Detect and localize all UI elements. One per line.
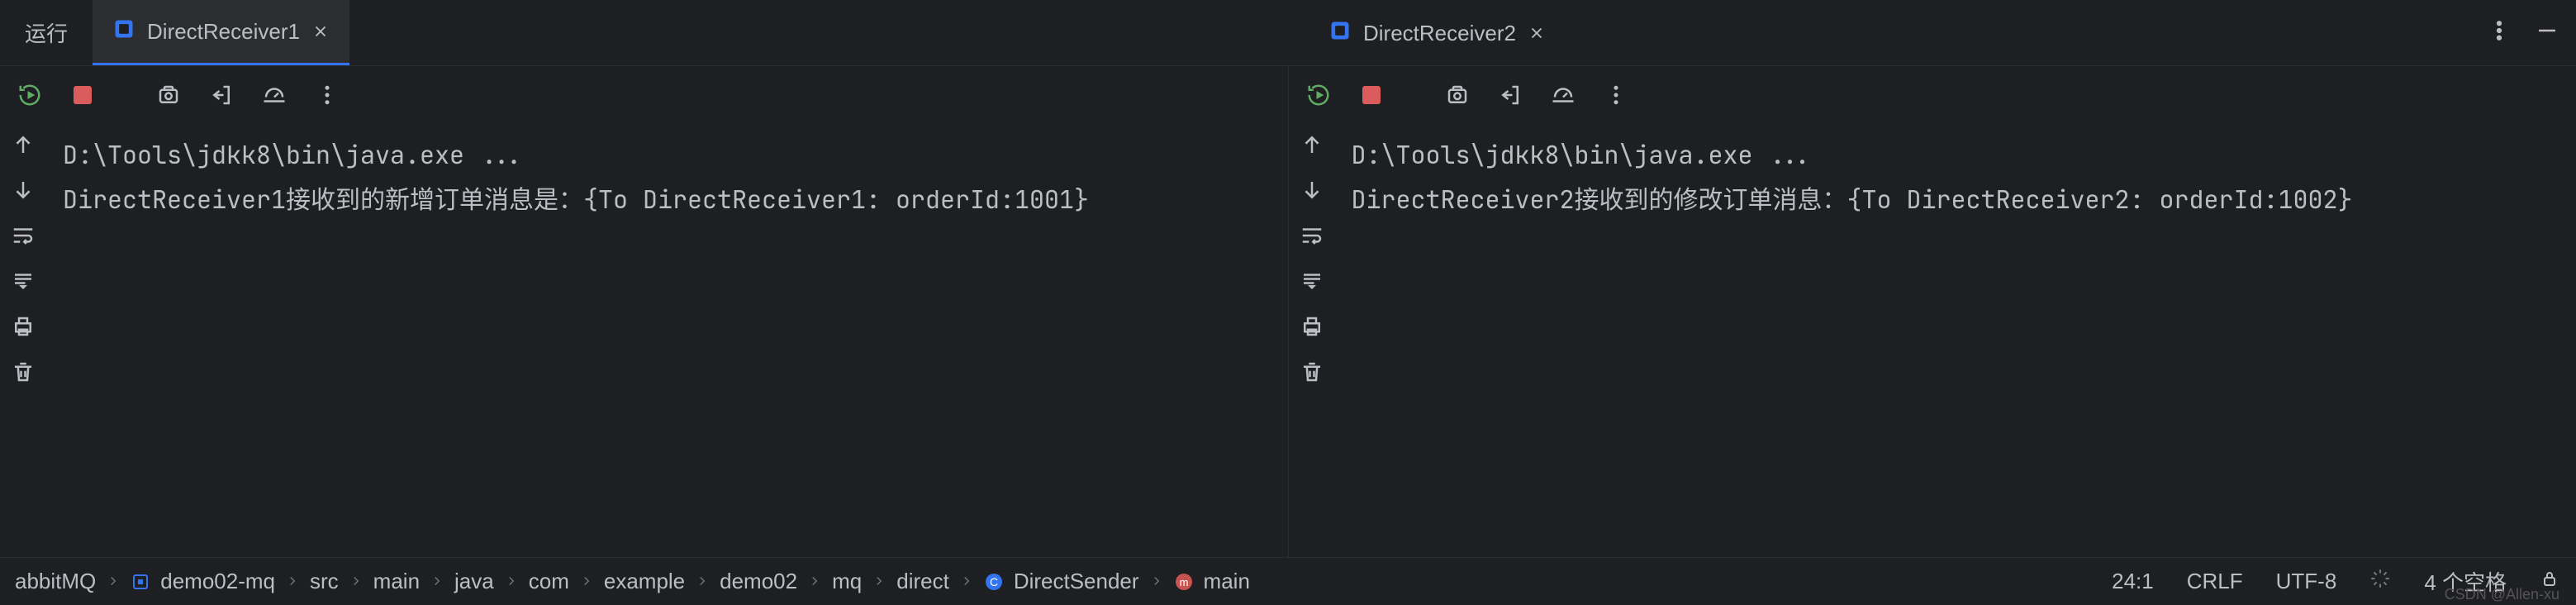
breadcrumb[interactable]: abbitMQ demo02-mq src main java com exam… xyxy=(15,569,1250,594)
chevron-right-icon xyxy=(106,569,121,594)
scroll-to-end-icon[interactable] xyxy=(1300,269,1324,299)
console-line: D:\Tools\jdkk8\bin\java.exe ... xyxy=(1352,138,1813,171)
pane-right: D:\Tools\jdkk8\bin\java.exe ... DirectRe… xyxy=(1289,66,2576,557)
console-output[interactable]: D:\Tools\jdkk8\bin\java.exe ... DirectRe… xyxy=(1335,124,2576,557)
trash-icon[interactable] xyxy=(1300,360,1324,390)
breadcrumb-item[interactable]: mq xyxy=(832,569,862,594)
breadcrumb-item[interactable]: direct xyxy=(896,569,949,594)
stop-icon xyxy=(74,86,92,104)
rerun-button[interactable] xyxy=(1302,79,1335,112)
pane-toolbar xyxy=(0,66,1288,124)
print-icon[interactable] xyxy=(11,314,36,345)
arrow-up-icon[interactable] xyxy=(1300,132,1324,163)
console-output[interactable]: D:\Tools\jdkk8\bin\java.exe ... DirectRe… xyxy=(46,124,1288,557)
console-gutter xyxy=(1289,124,1335,557)
tab-bar: 运行 DirectReceiver1 DirectReceiver2 xyxy=(0,0,2576,66)
arrow-up-icon[interactable] xyxy=(11,132,36,163)
breadcrumb-item[interactable]: abbitMQ xyxy=(15,569,96,594)
chevron-right-icon xyxy=(807,569,822,594)
breadcrumb-item[interactable]: java xyxy=(454,569,494,594)
console-line: DirectReceiver2接收到的修改订单消息：{To DirectRece… xyxy=(1352,183,2353,216)
rerun-button[interactable] xyxy=(13,79,46,112)
breadcrumb-item[interactable]: main xyxy=(1204,569,1250,594)
pane-left: D:\Tools\jdkk8\bin\java.exe ... DirectRe… xyxy=(0,66,1289,557)
console-gutter xyxy=(0,124,46,557)
run-tool-window-label[interactable]: 运行 xyxy=(0,0,93,65)
soft-wrap-icon[interactable] xyxy=(1300,223,1324,254)
scroll-to-end-icon[interactable] xyxy=(11,269,36,299)
soft-wrap-icon[interactable] xyxy=(11,223,36,254)
method-m-icon: m xyxy=(1174,572,1194,592)
breadcrumb-item[interactable]: DirectSender xyxy=(1014,569,1139,594)
arrow-down-icon[interactable] xyxy=(1300,178,1324,208)
class-file-icon xyxy=(112,17,135,46)
class-file-icon xyxy=(1328,19,1352,48)
dashboard-icon[interactable] xyxy=(1547,79,1580,112)
breadcrumb-item[interactable]: demo02-mq xyxy=(160,569,275,594)
run-label: 运行 xyxy=(25,17,68,48)
status-bar: abbitMQ demo02-mq src main java com exam… xyxy=(0,557,2576,605)
svg-text:C: C xyxy=(990,575,998,588)
breadcrumb-item[interactable]: com xyxy=(529,569,569,594)
chevron-right-icon xyxy=(285,569,300,594)
stop-button[interactable] xyxy=(66,79,99,112)
thread-dump-button[interactable] xyxy=(1441,79,1474,112)
class-c-icon: C xyxy=(984,572,1004,592)
breadcrumb-item[interactable]: example xyxy=(604,569,685,594)
tab-label: DirectReceiver2 xyxy=(1363,21,1516,46)
chevron-right-icon xyxy=(959,569,974,594)
watermark: CSDN @Allen-xu xyxy=(2445,586,2559,603)
more-vertical-icon[interactable] xyxy=(2487,18,2512,49)
module-icon xyxy=(131,572,150,592)
caret-position[interactable]: 24:1 xyxy=(2112,569,2154,594)
file-encoding[interactable]: UTF-8 xyxy=(2276,569,2337,594)
spinner-icon xyxy=(2369,568,2391,595)
stop-icon xyxy=(1362,86,1381,104)
more-vertical-icon[interactable] xyxy=(311,79,344,112)
chevron-right-icon xyxy=(1149,569,1164,594)
tab-direct-receiver-1[interactable]: DirectReceiver1 xyxy=(93,0,349,65)
thread-dump-button[interactable] xyxy=(152,79,185,112)
trash-icon[interactable] xyxy=(11,360,36,390)
more-vertical-icon[interactable] xyxy=(1599,79,1633,112)
chevron-right-icon xyxy=(695,569,710,594)
exit-button[interactable] xyxy=(1494,79,1527,112)
close-tab-button[interactable] xyxy=(311,22,330,40)
breadcrumb-item[interactable]: src xyxy=(310,569,339,594)
svg-text:m: m xyxy=(1179,576,1188,588)
print-icon[interactable] xyxy=(1300,314,1324,345)
pane-toolbar xyxy=(1289,66,2576,124)
split-panes: D:\Tools\jdkk8\bin\java.exe ... DirectRe… xyxy=(0,66,2576,557)
arrow-down-icon[interactable] xyxy=(11,178,36,208)
tab-direct-receiver-2[interactable]: DirectReceiver2 xyxy=(1309,0,1566,66)
breadcrumb-item[interactable]: demo02 xyxy=(720,569,797,594)
chevron-right-icon xyxy=(430,569,444,594)
minimize-icon[interactable] xyxy=(2535,18,2559,49)
chevron-right-icon xyxy=(504,569,519,594)
console-line: D:\Tools\jdkk8\bin\java.exe ... xyxy=(63,138,524,171)
chevron-right-icon xyxy=(872,569,886,594)
dashboard-icon[interactable] xyxy=(258,79,291,112)
tab-label: DirectReceiver1 xyxy=(147,19,300,45)
chevron-right-icon xyxy=(349,569,364,594)
breadcrumb-item[interactable]: main xyxy=(373,569,420,594)
exit-button[interactable] xyxy=(205,79,238,112)
line-separator[interactable]: CRLF xyxy=(2187,569,2243,594)
stop-button[interactable] xyxy=(1355,79,1388,112)
chevron-right-icon xyxy=(579,569,594,594)
console-line: DirectReceiver1接收到的新增订单消息是：{To DirectRec… xyxy=(63,183,1089,216)
close-tab-button[interactable] xyxy=(1528,24,1546,42)
